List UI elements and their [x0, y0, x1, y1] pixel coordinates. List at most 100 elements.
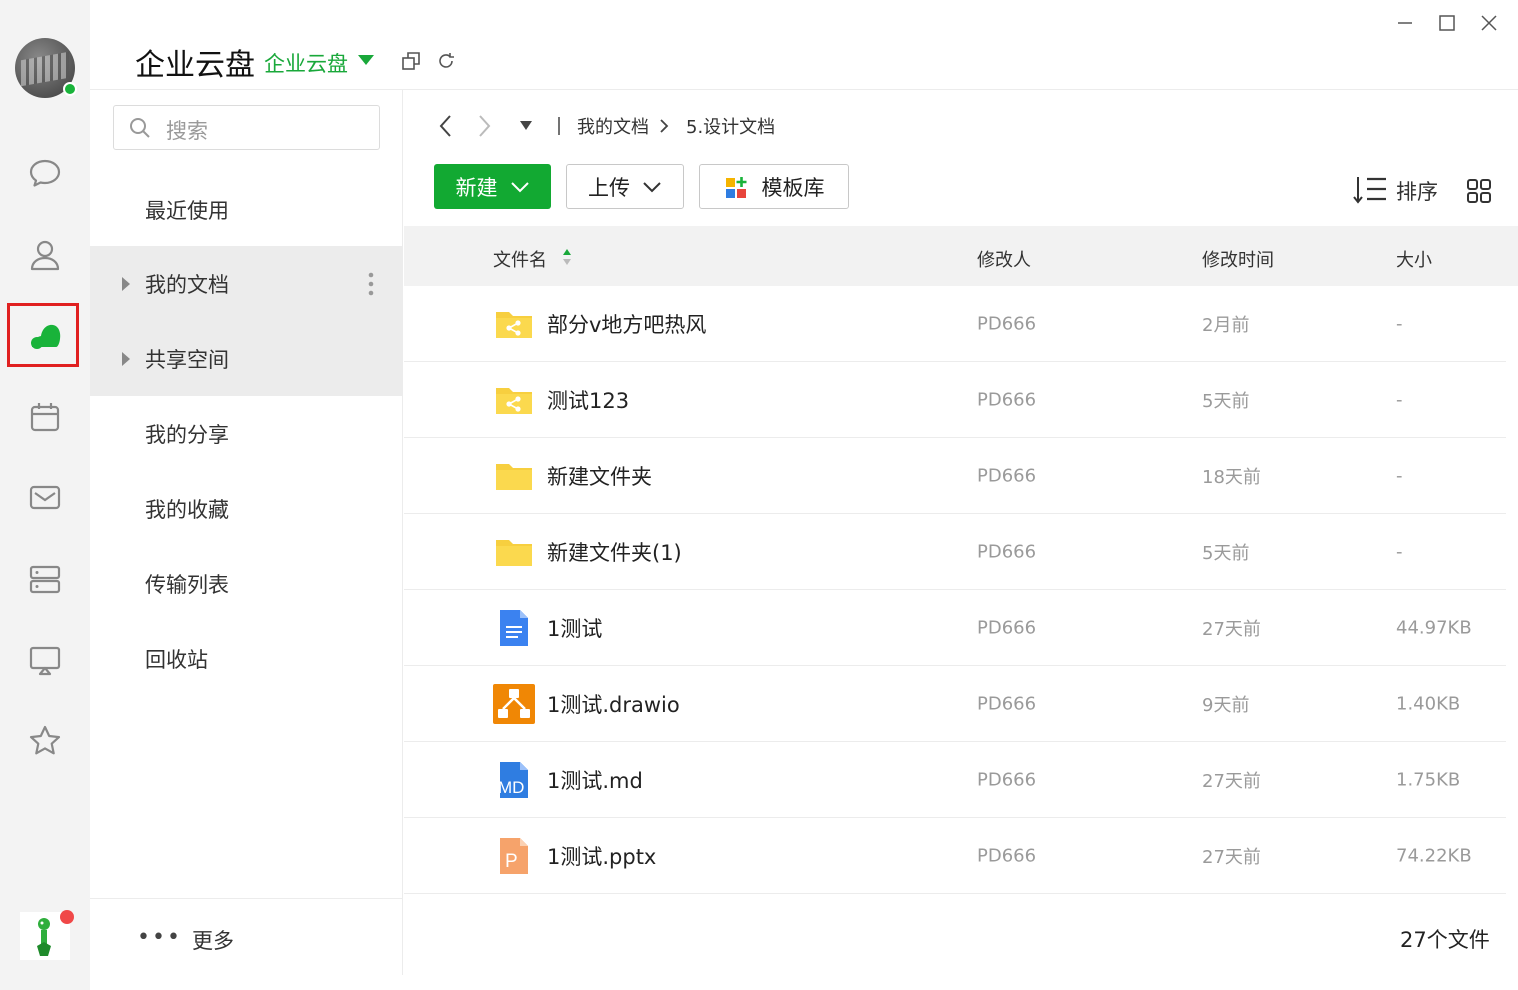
popout-window-icon[interactable] — [400, 50, 422, 72]
table-row[interactable]: MD 1测试.md PD666 27天前 1.75KB — [404, 742, 1506, 818]
table-header: 文件名 修改人 修改时间 大小 — [404, 226, 1518, 286]
sidebar-item-my-docs[interactable]: 我的文档 — [90, 246, 402, 321]
chat-icon[interactable] — [22, 150, 68, 196]
screen-share-icon[interactable] — [22, 637, 68, 683]
server-icon[interactable] — [22, 556, 68, 602]
table-row[interactable]: 新建文件夹 PD666 18天前 - — [404, 438, 1506, 514]
breadcrumb-item-current[interactable]: 5.设计文档 — [686, 112, 775, 140]
sidebar-item-transfers[interactable]: 传输列表 — [90, 546, 402, 621]
pptx-file-icon: P — [494, 836, 534, 876]
template-button-label: 模板库 — [761, 175, 825, 200]
sidebar-item-shared-space[interactable]: 共享空间 — [90, 321, 402, 396]
breadcrumb-item-my-docs[interactable]: 我的文档 — [577, 112, 649, 140]
table-row[interactable]: 新建文件夹(1) PD666 5天前 - — [404, 514, 1506, 590]
header-modifier[interactable]: 修改人 — [977, 246, 1031, 272]
expand-arrow-icon[interactable] — [122, 351, 130, 366]
sort-icon[interactable] — [1352, 175, 1388, 205]
file-modifier: PD666 — [977, 541, 1037, 562]
file-name[interactable]: 测试123 — [547, 385, 629, 415]
file-modified-time: 18天前 — [1202, 466, 1261, 488]
file-modified-time: 5天前 — [1202, 390, 1250, 412]
file-modified-time: 9天前 — [1202, 694, 1250, 716]
refresh-icon[interactable] — [435, 50, 457, 72]
header-modified-time[interactable]: 修改时间 — [1202, 246, 1274, 272]
file-name[interactable]: 新建文件夹 — [547, 461, 652, 491]
header-filename[interactable]: 文件名 — [493, 246, 547, 272]
sidebar-item-label: 传输列表 — [145, 572, 229, 597]
history-dropdown-icon[interactable] — [518, 112, 534, 140]
search-placeholder: 搜索 — [166, 119, 208, 143]
chevron-down-icon — [510, 181, 529, 192]
table-row[interactable]: 部分v地方吧热风 PD666 2月前 - — [404, 286, 1506, 362]
file-name[interactable]: 部分v地方吧热风 — [547, 309, 706, 339]
active-rail-highlight — [7, 303, 79, 367]
mail-icon[interactable] — [22, 474, 68, 520]
md-icon-text: MD — [498, 777, 525, 797]
search-input[interactable]: 搜索 — [113, 105, 380, 150]
file-name[interactable]: 1测试 — [547, 613, 602, 643]
sidebar-item-favorites[interactable]: 我的收藏 — [90, 471, 402, 546]
file-modifier: PD666 — [977, 465, 1037, 486]
sidebar-item-label: 最近使用 — [145, 198, 229, 223]
file-modifier: PD666 — [977, 313, 1037, 334]
file-size: 1.75KB — [1396, 769, 1461, 790]
table-row[interactable]: 1测试 PD666 27天前 44.97KB — [404, 590, 1506, 666]
template-icon — [725, 176, 746, 198]
shared-folder-icon — [494, 380, 534, 420]
contacts-icon[interactable] — [22, 232, 68, 278]
table-row[interactable]: 1测试.drawio PD666 9天前 1.40KB — [404, 666, 1506, 742]
minimize-icon[interactable] — [1392, 10, 1418, 36]
file-modifier: PD666 — [977, 389, 1037, 410]
sidebar-item-label: 回收站 — [145, 647, 208, 672]
file-modifier: PD666 — [977, 693, 1037, 714]
sidebar-divider — [90, 898, 403, 899]
file-size: - — [1396, 541, 1403, 562]
expand-arrow-icon[interactable] — [122, 276, 130, 291]
file-count: 27个文件 — [1400, 928, 1490, 952]
sidebar-item-my-shares[interactable]: 我的分享 — [90, 396, 402, 471]
back-icon[interactable] — [436, 112, 456, 140]
file-name[interactable]: 新建文件夹(1) — [547, 537, 682, 567]
upload-button[interactable]: 上传 — [566, 164, 684, 209]
table-row[interactable]: P 1测试.pptx PD666 27天前 74.22KB — [404, 818, 1506, 894]
breadcrumb-chevron-icon — [658, 112, 672, 140]
file-size: 1.40KB — [1396, 693, 1461, 714]
file-modifier: PD666 — [977, 617, 1037, 638]
new-button[interactable]: 新建 — [434, 164, 551, 209]
close-icon[interactable] — [1476, 10, 1502, 36]
md-file-icon: MD — [494, 760, 534, 800]
breadcrumb-separator — [556, 112, 562, 140]
space-switch-label[interactable]: 企业云盘 — [264, 48, 348, 78]
template-library-button[interactable]: 模板库 — [699, 164, 849, 209]
calendar-icon[interactable] — [22, 394, 68, 440]
file-name[interactable]: 1测试.pptx — [547, 841, 656, 871]
file-name[interactable]: 1测试.drawio — [547, 689, 680, 719]
file-size: - — [1396, 313, 1403, 334]
header-size[interactable]: 大小 — [1396, 246, 1432, 272]
favorite-icon[interactable] — [22, 718, 68, 764]
file-size: - — [1396, 389, 1403, 410]
app-window: 企业云盘 企业云盘 搜索 最近使用 我的文档 共享空间 我的分享 我的收藏 传输… — [0, 0, 1518, 990]
table-row[interactable]: 测试123 PD666 5天前 - — [404, 362, 1506, 438]
more-dots-icon[interactable]: ••• — [137, 927, 182, 949]
space-switch-caret-icon[interactable] — [358, 55, 374, 65]
sidebar-item-recycle-bin[interactable]: 回收站 — [90, 621, 402, 696]
file-modified-time: 27天前 — [1202, 770, 1261, 792]
sort-arrows-icon[interactable] — [562, 248, 572, 266]
file-size: 74.22KB — [1396, 845, 1472, 866]
folder-icon — [494, 532, 534, 572]
more-button[interactable]: 更多 — [192, 925, 234, 955]
more-options-icon[interactable] — [368, 271, 374, 297]
file-name[interactable]: 1测试.md — [547, 765, 643, 795]
sort-button[interactable]: 排序 — [1396, 176, 1438, 206]
maximize-icon[interactable] — [1434, 10, 1460, 36]
new-button-label: 新建 — [455, 175, 498, 200]
chevron-down-icon — [643, 181, 661, 192]
file-size: - — [1396, 465, 1403, 486]
notification-badge — [60, 910, 74, 924]
forward-icon[interactable] — [474, 112, 494, 140]
file-modified-time: 5天前 — [1202, 542, 1250, 564]
sidebar-item-recent[interactable]: 最近使用 — [90, 172, 402, 247]
page-title: 企业云盘 — [135, 48, 255, 83]
grid-view-icon[interactable] — [1466, 178, 1492, 204]
